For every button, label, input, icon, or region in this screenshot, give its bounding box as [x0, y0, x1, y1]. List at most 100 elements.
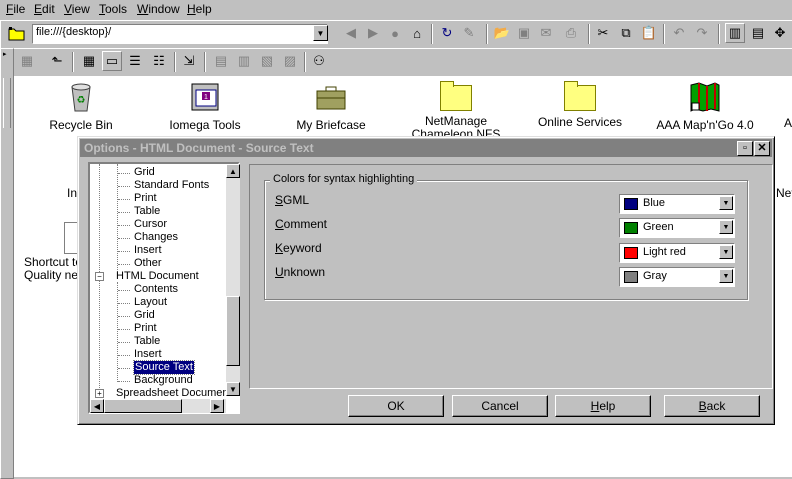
- tree-item[interactable]: Print: [134, 192, 157, 205]
- sgml-color-select[interactable]: Blue ▼: [619, 194, 735, 214]
- open-folder-icon[interactable]: [8, 25, 26, 41]
- stop-icon[interactable]: ●: [386, 24, 404, 42]
- navigator-icon[interactable]: ✥: [771, 24, 789, 42]
- tree-item[interactable]: Source Text: [133, 360, 195, 375]
- desktop-item-aaa-mapngo[interactable]: AAA Map'n'Go 4.0: [650, 81, 760, 132]
- unknown-color-select[interactable]: Gray ▼: [619, 267, 735, 287]
- tree-item[interactable]: Grid: [134, 309, 155, 322]
- menu-window[interactable]: Window: [137, 2, 180, 17]
- map-icon: [690, 82, 720, 112]
- help-button[interactable]: Help: [555, 395, 651, 417]
- close-icon[interactable]: ✕: [754, 141, 770, 156]
- toolbar-separator: [486, 24, 488, 44]
- desktop-item-my-briefcase[interactable]: My Briefcase: [276, 81, 386, 132]
- mail-icon[interactable]: ✉: [537, 24, 555, 42]
- keyword-color-select[interactable]: Light red ▼: [619, 243, 735, 263]
- sort-size-icon[interactable]: ▧: [258, 52, 276, 70]
- tree-line: [118, 238, 130, 239]
- chevron-down-icon[interactable]: ▼: [719, 269, 733, 283]
- home-icon[interactable]: ⌂: [408, 24, 426, 42]
- tree-collapse-icon[interactable]: −: [95, 272, 104, 281]
- desktop-item-online-services[interactable]: Online Services: [525, 81, 635, 129]
- tree-item[interactable]: Table: [134, 335, 160, 348]
- copy-icon[interactable]: ⧉: [617, 24, 635, 42]
- back-arrow-icon[interactable]: ◀: [342, 24, 360, 42]
- chevron-down-icon[interactable]: ▼: [719, 196, 733, 210]
- address-dropdown-button[interactable]: ▼: [313, 25, 328, 41]
- desktop-item-recycle-bin[interactable]: ♻ Recycle Bin: [26, 81, 136, 132]
- scroll-right-icon[interactable]: ▶: [210, 399, 224, 413]
- edit-icon[interactable]: ✎: [460, 24, 478, 42]
- cancel-button[interactable]: Cancel: [452, 395, 548, 417]
- color-value: Green: [643, 221, 674, 233]
- cut-icon[interactable]: ✂: [594, 24, 612, 42]
- format-icon[interactable]: ⚇: [310, 52, 328, 70]
- sort-date-icon[interactable]: ▨: [281, 52, 299, 70]
- reload-icon[interactable]: ↻: [438, 24, 456, 42]
- save-icon[interactable]: ▣: [515, 24, 533, 42]
- tree-item[interactable]: Cursor: [134, 218, 167, 231]
- up-folder-icon[interactable]: ⬑: [48, 52, 66, 70]
- list-view-icon[interactable]: ☰: [126, 52, 144, 70]
- tree-item[interactable]: Insert: [134, 348, 162, 361]
- small-icons-view-icon[interactable]: ▭: [102, 51, 122, 71]
- tree-line: [118, 251, 130, 252]
- tree-line: [118, 186, 130, 187]
- chevron-down-icon[interactable]: ▼: [719, 220, 733, 234]
- paste-icon[interactable]: 📋: [640, 24, 658, 42]
- menu-file[interactable]: File: [6, 2, 25, 17]
- dialog-title-bar[interactable]: Options - HTML Document - Source Text ▫ …: [80, 139, 772, 157]
- tree-item[interactable]: Print: [134, 322, 157, 335]
- open-icon[interactable]: 📂: [493, 24, 511, 42]
- undo-icon[interactable]: ↶: [670, 24, 688, 42]
- tree-item[interactable]: Other: [134, 257, 162, 270]
- explorer-view-icon[interactable]: ▥: [725, 23, 745, 43]
- arrange-icon[interactable]: ⇲: [180, 52, 198, 70]
- tree-line: [118, 199, 130, 200]
- menu-help[interactable]: Help: [187, 2, 212, 17]
- scroll-down-icon[interactable]: ▼: [226, 382, 240, 396]
- sort-name-icon[interactable]: ▤: [212, 52, 230, 70]
- tree-item[interactable]: Insert: [134, 244, 162, 257]
- details-view-icon[interactable]: ☷: [150, 52, 168, 70]
- tree-vscroll-thumb[interactable]: [226, 296, 240, 366]
- address-input[interactable]: file:///{desktop}/: [32, 24, 328, 44]
- properties-icon[interactable]: ▦: [18, 52, 36, 70]
- scroll-up-icon[interactable]: ▲: [226, 164, 240, 178]
- color-swatch: [624, 247, 638, 259]
- stylist-icon[interactable]: ▤: [749, 24, 767, 42]
- sort-type-icon[interactable]: ▥: [235, 52, 253, 70]
- color-swatch: [624, 198, 638, 210]
- svg-text:♻: ♻: [77, 95, 86, 106]
- options-tree: Grid Standard Fonts Print Table Cursor Change…: [88, 162, 240, 414]
- large-icons-view-icon[interactable]: ▦: [80, 52, 98, 70]
- tree-item[interactable]: Layout: [134, 296, 167, 309]
- menu-edit[interactable]: Edit: [34, 2, 55, 17]
- tree-hscroll-thumb[interactable]: [104, 399, 182, 413]
- tree-item[interactable]: HTML Document: [116, 270, 199, 283]
- color-value: Blue: [643, 197, 666, 209]
- back-button[interactable]: Back: [664, 395, 760, 417]
- menu-view[interactable]: View: [64, 2, 90, 17]
- forward-arrow-icon[interactable]: ▶: [364, 24, 382, 42]
- tree-expand-icon[interactable]: +: [95, 389, 104, 398]
- tree-item[interactable]: Contents: [134, 283, 178, 296]
- expand-arrow-icon[interactable]: ▸: [3, 50, 9, 74]
- chevron-down-icon[interactable]: ▼: [719, 245, 733, 259]
- tree-item[interactable]: Grid: [134, 166, 155, 179]
- tree-item[interactable]: Standard Fonts: [134, 179, 209, 192]
- ok-button[interactable]: OK: [348, 395, 444, 417]
- tree-item[interactable]: Changes: [134, 231, 178, 244]
- print-icon[interactable]: ⎙: [562, 24, 580, 42]
- desktop-item-iomega-tools[interactable]: 1 Iomega Tools: [150, 81, 260, 132]
- maximize-icon[interactable]: ▫: [737, 141, 753, 156]
- tree-item[interactable]: Table: [134, 205, 160, 218]
- redo-icon[interactable]: ↷: [693, 24, 711, 42]
- menu-tools[interactable]: Tools: [99, 2, 127, 17]
- comment-color-select[interactable]: Green ▼: [619, 218, 735, 238]
- tree-item[interactable]: Background: [134, 374, 193, 387]
- desktop-item-label: NetManage Chameleon NFS: [411, 114, 501, 138]
- splitter-handle[interactable]: [3, 78, 11, 128]
- desktop-item-netmanage[interactable]: NetManage Chameleon NFS: [400, 81, 512, 137]
- scroll-left-icon[interactable]: ◀: [90, 399, 104, 413]
